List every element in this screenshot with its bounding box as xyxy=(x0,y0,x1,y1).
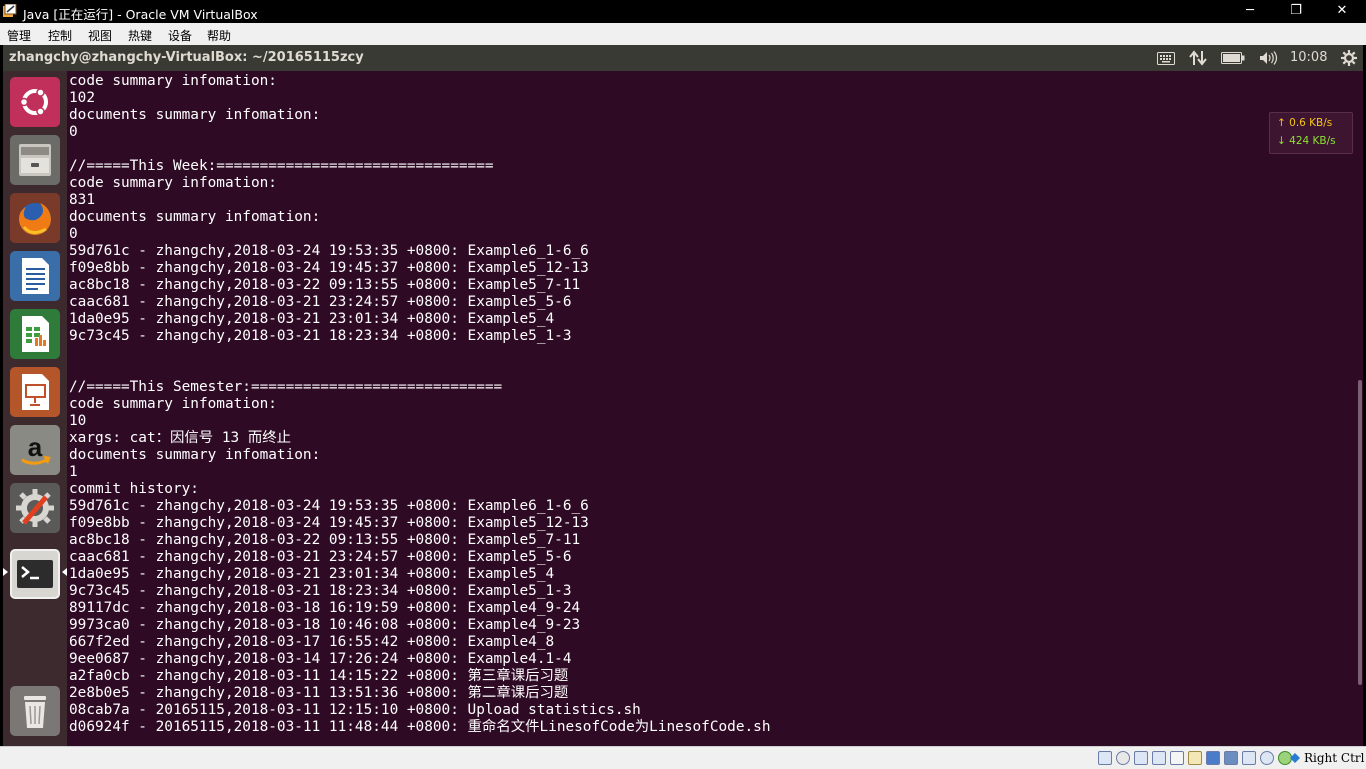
mouse-integration-icon[interactable] xyxy=(1260,751,1274,765)
download-speed: ↓ 424 KB/s xyxy=(1277,135,1336,147)
gear-icon[interactable] xyxy=(1341,50,1357,66)
settings-wrench-icon xyxy=(16,489,54,527)
terminal-line: 1 xyxy=(69,464,78,480)
terminal-line: xargs: cat：因信号 13 而终止 xyxy=(69,430,292,446)
terminal-line: 102 xyxy=(69,90,95,106)
terminal-line: commit history: xyxy=(69,481,199,497)
optical-drive-icon[interactable] xyxy=(1116,751,1130,765)
launcher-amazon[interactable]: a xyxy=(10,425,60,475)
active-app-arrow-left-icon xyxy=(3,568,8,576)
terminal-line: documents summary infomation: xyxy=(69,209,321,225)
close-button[interactable]: ✕ xyxy=(1319,0,1365,23)
display-icon[interactable] xyxy=(1206,751,1220,765)
ubuntu-top-panel: zhangchy@zhangchy-VirtualBox: ~/20165115… xyxy=(3,45,1363,71)
keyboard-icon[interactable] xyxy=(1157,52,1175,65)
terminal-line: caac681 - zhangchy,2018-03-21 23:24:57 +… xyxy=(69,549,572,565)
terminal-line: 59d761c - zhangchy,2018-03-24 19:53:35 +… xyxy=(69,498,589,514)
launcher-files[interactable] xyxy=(10,135,60,185)
launcher-calc[interactable] xyxy=(10,309,60,359)
spreadsheet-calc-icon xyxy=(22,316,49,352)
network-speed-widget: ↑ 0.6 KB/s ↓ 424 KB/s xyxy=(1269,112,1353,154)
terminal-line: 0 xyxy=(69,226,78,242)
terminal-line: a2fa0cb - zhangchy,2018-03-11 14:15:22 +… xyxy=(69,668,569,684)
vbox-menubar: 管理 控制 视图 热键 设备 帮助 xyxy=(0,23,1366,45)
terminal-line: 1da0e95 - zhangchy,2018-03-21 23:01:34 +… xyxy=(69,311,555,327)
vbox-statusbar: Right Ctrl xyxy=(0,746,1366,769)
terminal-line: 667f2ed - zhangchy,2018-03-17 16:55:42 +… xyxy=(69,634,555,650)
terminal-window-title: zhangchy@zhangchy-VirtualBox: ~/20165115… xyxy=(9,50,364,65)
launcher-writer[interactable] xyxy=(10,251,60,301)
virtualbox-app-icon xyxy=(3,4,17,17)
menu-manage[interactable]: 管理 xyxy=(7,27,31,44)
vt-x-icon[interactable] xyxy=(1242,751,1256,765)
launcher-firefox[interactable] xyxy=(10,193,60,243)
terminal-line: 1da0e95 - zhangchy,2018-03-21 23:01:34 +… xyxy=(69,566,555,582)
terminal-line: 89117dc - zhangchy,2018-03-18 16:19:59 +… xyxy=(69,600,581,616)
window-title: Java [正在运行] - Oracle VM VirtualBox xyxy=(23,7,258,22)
terminal-line: 9c73c45 - zhangchy,2018-03-21 18:23:34 +… xyxy=(69,583,572,599)
terminal-line: code summary infomation: xyxy=(69,396,277,412)
network-transfer-icon[interactable] xyxy=(1189,50,1207,66)
host-key-label: Right Ctrl xyxy=(1304,751,1365,765)
document-writer-icon xyxy=(22,258,49,294)
terminal-line: documents summary infomation: xyxy=(69,447,321,463)
minimize-button[interactable]: ─ xyxy=(1227,0,1273,23)
terminal-line: d06924f - 20165115,2018-03-11 11:48:44 +… xyxy=(69,719,771,735)
host-key-arrow-icon xyxy=(1290,753,1300,763)
launcher-system-settings[interactable] xyxy=(10,483,60,533)
trash-icon xyxy=(24,696,46,728)
terminal-output[interactable]: code summary infomation: 102 documents sum… xyxy=(67,71,1363,746)
terminal-line: 9973ca0 - zhangchy,2018-03-18 10:46:08 +… xyxy=(69,617,581,633)
terminal-line: f09e8bb - zhangchy,2018-03-24 19:45:37 +… xyxy=(69,515,589,531)
terminal-line: code summary infomation: xyxy=(69,175,277,191)
launcher-trash[interactable] xyxy=(10,686,60,736)
terminal-line: 59d761c - zhangchy,2018-03-24 19:53:35 +… xyxy=(69,243,589,259)
terminal-line: documents summary infomation: xyxy=(69,107,321,123)
network-adapter-icon[interactable] xyxy=(1152,751,1166,765)
upload-speed: ↑ 0.6 KB/s xyxy=(1277,117,1333,129)
clock[interactable]: 10:08 xyxy=(1290,50,1327,65)
terminal-line: //=====This Week:=======================… xyxy=(69,158,494,174)
ubuntu-launcher: a xyxy=(3,71,68,746)
menu-view[interactable]: 视图 xyxy=(88,27,112,44)
volume-icon[interactable] xyxy=(1259,51,1279,65)
battery-icon[interactable] xyxy=(1221,52,1245,64)
terminal-line: 10 xyxy=(69,413,87,429)
terminal-line: caac681 - zhangchy,2018-03-21 23:24:57 +… xyxy=(69,294,572,310)
terminal-line: 2e8b0e5 - zhangchy,2018-03-11 13:51:36 +… xyxy=(69,685,569,701)
firefox-icon xyxy=(19,203,51,235)
terminal-line: 9c73c45 - zhangchy,2018-03-21 18:23:34 +… xyxy=(69,328,572,344)
window-titlebar: Java [正在运行] - Oracle VM VirtualBox ─ ❐ ✕ xyxy=(0,0,1366,23)
terminal-icon xyxy=(17,560,53,588)
terminal-line: 0 xyxy=(69,124,78,140)
file-cabinet-icon xyxy=(19,144,51,176)
terminal-line: f09e8bb - zhangchy,2018-03-24 19:45:37 +… xyxy=(69,260,589,276)
video-capture-icon[interactable] xyxy=(1224,751,1238,765)
menu-help[interactable]: 帮助 xyxy=(207,27,231,44)
presentation-impress-icon xyxy=(22,374,49,410)
restore-button[interactable]: ❐ xyxy=(1273,0,1319,23)
shared-folder-icon[interactable] xyxy=(1188,751,1202,765)
terminal-line: ac8bc18 - zhangchy,2018-03-22 09:13:55 +… xyxy=(69,277,581,293)
terminal-line: 831 xyxy=(69,192,95,208)
launcher-terminal[interactable] xyxy=(10,549,60,599)
terminal-line: 08cab7a - 20165115,2018-03-11 12:15:10 +… xyxy=(69,702,641,718)
svg-text:a: a xyxy=(28,432,43,462)
menu-control[interactable]: 控制 xyxy=(48,27,72,44)
launcher-ubuntu-dash[interactable] xyxy=(10,77,60,127)
terminal-line: //=====This Semester:===================… xyxy=(69,379,503,395)
menu-hotkey[interactable]: 热键 xyxy=(128,27,152,44)
terminal-line: code summary infomation: xyxy=(69,73,277,89)
launcher-impress[interactable] xyxy=(10,367,60,417)
audio-icon[interactable] xyxy=(1134,751,1148,765)
hard-disk-icon[interactable] xyxy=(1098,751,1112,765)
amazon-icon: a xyxy=(21,432,51,465)
usb-icon[interactable] xyxy=(1170,751,1184,765)
terminal-line: 9ee0687 - zhangchy,2018-03-14 17:26:24 +… xyxy=(69,651,572,667)
menu-devices[interactable]: 设备 xyxy=(168,27,192,44)
terminal-line: ac8bc18 - zhangchy,2018-03-22 09:13:55 +… xyxy=(69,532,581,548)
terminal-scrollbar[interactable] xyxy=(1358,380,1362,685)
ubuntu-logo-icon xyxy=(19,88,48,116)
